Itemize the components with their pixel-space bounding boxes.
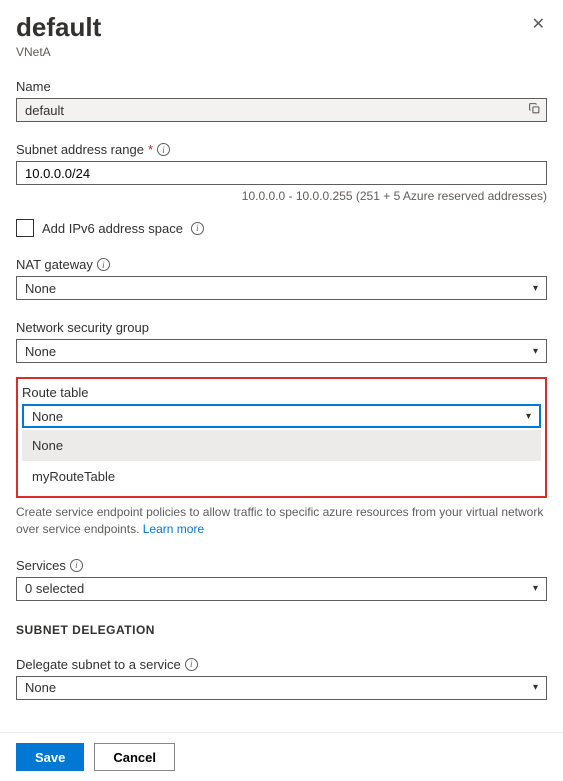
chevron-down-icon: ▾ <box>533 583 538 594</box>
info-icon[interactable]: i <box>97 258 110 271</box>
route-table-option-myroutetable[interactable]: myRouteTable <box>22 461 541 492</box>
nsg-label: Network security group <box>16 320 547 335</box>
info-icon[interactable]: i <box>191 222 204 235</box>
service-endpoints-helper: Create service endpoint policies to allo… <box>16 504 547 538</box>
route-table-dropdown[interactable]: None ▾ <box>22 404 541 428</box>
subnet-range-helper: 10.0.0.0 - 10.0.0.255 (251 + 5 Azure res… <box>16 189 547 203</box>
name-input <box>16 98 547 122</box>
route-table-highlight: Route table None ▾ None myRouteTable <box>16 377 547 498</box>
chevron-down-icon: ▾ <box>533 283 538 294</box>
chevron-down-icon: ▾ <box>526 411 531 422</box>
services-label: Services i <box>16 558 547 573</box>
nat-gateway-dropdown[interactable]: None ▾ <box>16 276 547 300</box>
name-label: Name <box>16 79 547 94</box>
close-icon[interactable]: ✕ <box>530 12 547 36</box>
footer: Save Cancel <box>0 732 563 781</box>
cancel-button[interactable]: Cancel <box>94 743 175 771</box>
route-table-label: Route table <box>22 385 541 400</box>
route-table-options: None myRouteTable <box>22 430 541 492</box>
subnet-range-input[interactable] <box>16 161 547 185</box>
info-icon[interactable]: i <box>185 658 198 671</box>
ipv6-label: Add IPv6 address space <box>42 221 183 236</box>
subnet-delegation-header: SUBNET DELEGATION <box>16 623 547 637</box>
save-button[interactable]: Save <box>16 743 84 771</box>
nat-gateway-label: NAT gateway i <box>16 257 547 272</box>
delegate-label: Delegate subnet to a service i <box>16 657 547 672</box>
route-table-option-none[interactable]: None <box>22 430 541 461</box>
page-title: default <box>16 12 101 43</box>
page-subtitle: VNetA <box>16 45 101 59</box>
subnet-range-label: Subnet address range * i <box>16 142 547 157</box>
chevron-down-icon: ▾ <box>533 346 538 357</box>
ipv6-checkbox[interactable] <box>16 219 34 237</box>
required-indicator: * <box>148 142 153 157</box>
info-icon[interactable]: i <box>157 143 170 156</box>
nsg-dropdown[interactable]: None ▾ <box>16 339 547 363</box>
delegate-dropdown[interactable]: None ▾ <box>16 676 547 700</box>
learn-more-link[interactable]: Learn more <box>143 522 204 536</box>
info-icon[interactable]: i <box>70 559 83 572</box>
chevron-down-icon: ▾ <box>533 682 538 693</box>
services-dropdown[interactable]: 0 selected ▾ <box>16 577 547 601</box>
copy-icon[interactable] <box>528 102 541 118</box>
